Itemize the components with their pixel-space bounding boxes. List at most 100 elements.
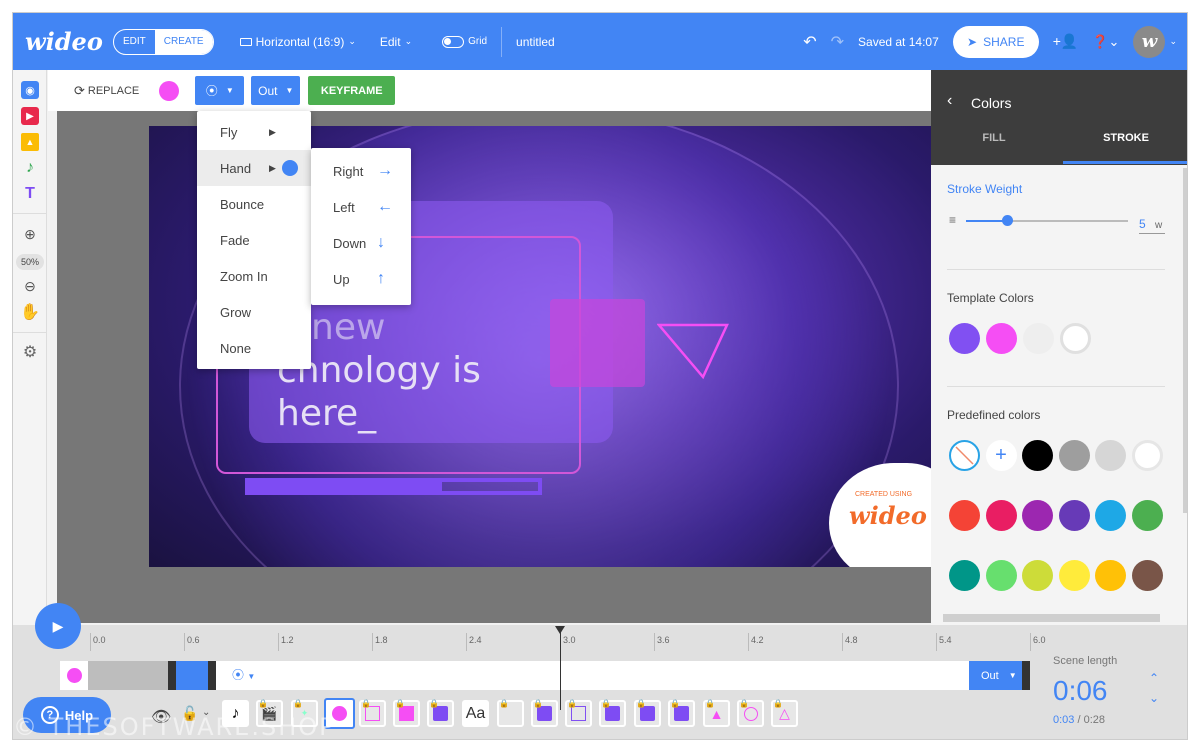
- template-color-swatch[interactable]: [1060, 323, 1091, 354]
- add-color-button[interactable]: +: [985, 440, 1017, 471]
- playhead[interactable]: [555, 626, 565, 710]
- vertical-scrollbar[interactable]: [1183, 168, 1187, 513]
- playhead-marker[interactable]: [555, 626, 565, 634]
- predefined-color-swatch[interactable]: [949, 500, 980, 531]
- menu-item-fly[interactable]: Fly ▶: [197, 114, 311, 150]
- purple-bar[interactable]: [245, 478, 442, 495]
- submenu-item-left[interactable]: Left ←: [311, 189, 411, 225]
- track-delay-segment[interactable]: [88, 661, 168, 690]
- purple-bar-outline[interactable]: [442, 478, 542, 495]
- element-track[interactable]: ⦿ ▼ Out ▼: [60, 661, 1030, 690]
- music-icon[interactable]: ♪: [21, 159, 39, 177]
- horizontal-scrollbar[interactable]: [943, 614, 1160, 622]
- replace-button[interactable]: ⟳ REPLACE: [74, 83, 139, 99]
- purple-rect-layer-thumbnail[interactable]: 🔒: [427, 699, 454, 727]
- triangle-layer-thumbnail[interactable]: 🔒 ▲: [703, 699, 730, 727]
- gear-icon[interactable]: ⚙: [21, 343, 39, 361]
- predefined-color-swatch[interactable]: [1131, 560, 1163, 591]
- track-handle[interactable]: [168, 661, 176, 690]
- text-layer-thumbnail[interactable]: Aa: [462, 700, 489, 727]
- no-color-swatch[interactable]: [949, 440, 980, 471]
- menu-item-zoom-in[interactable]: Zoom In: [197, 258, 311, 294]
- predefined-color-swatch[interactable]: [949, 560, 980, 591]
- grid-toggle[interactable]: Grid: [442, 35, 487, 48]
- tab-stroke[interactable]: STROKE: [1063, 132, 1187, 144]
- color-picker-button[interactable]: [159, 80, 180, 101]
- purple-rect-layer-thumbnail[interactable]: 🔒: [668, 699, 695, 727]
- template-color-swatch[interactable]: [1023, 323, 1054, 354]
- zoom-level[interactable]: 50%: [16, 254, 44, 270]
- scene-length-value[interactable]: 0:06: [1053, 675, 1108, 707]
- camera-icon[interactable]: ◉: [21, 81, 39, 99]
- pink-rect-layer-thumbnail[interactable]: 🔒: [393, 699, 420, 727]
- zoom-in-icon[interactable]: ⊕: [21, 225, 39, 243]
- zoom-out-icon[interactable]: ⊖: [21, 277, 39, 295]
- track-handle[interactable]: [1022, 661, 1030, 690]
- animation-in-dropdown[interactable]: ⦿ ▼: [195, 76, 245, 105]
- hand-icon[interactable]: ✋: [20, 303, 40, 321]
- keyframe-button[interactable]: KEYFRAME: [308, 76, 396, 105]
- back-icon[interactable]: ‹: [947, 92, 952, 110]
- blank-layer-thumbnail[interactable]: 🔒: [497, 699, 524, 727]
- edit-menu[interactable]: Edit ⌄: [380, 35, 412, 49]
- predefined-color-swatch[interactable]: [1095, 500, 1126, 531]
- outline-triangle[interactable]: [657, 323, 731, 383]
- submenu-item-down[interactable]: Down ↓: [311, 225, 411, 261]
- stroke-weight-slider[interactable]: [966, 215, 1128, 226]
- outline-rect-layer-thumbnail[interactable]: 🔒: [359, 699, 386, 727]
- menu-item-grow[interactable]: Grow: [197, 294, 311, 330]
- menu-item-none[interactable]: None: [197, 330, 311, 366]
- mode-create[interactable]: CREATE: [154, 29, 213, 54]
- predefined-color-swatch[interactable]: [1022, 560, 1053, 591]
- toggle-switch[interactable]: [442, 35, 465, 48]
- predefined-color-swatch[interactable]: [1131, 500, 1163, 531]
- format-dropdown[interactable]: Horizontal (16:9) ⌄: [239, 35, 356, 49]
- outline-triangle-layer-thumbnail[interactable]: 🔒 △: [771, 699, 798, 727]
- menu-item-bounce[interactable]: Bounce: [197, 186, 311, 222]
- stroke-weight-input[interactable]: 5 w: [1139, 217, 1165, 234]
- predefined-color-swatch[interactable]: [1058, 560, 1090, 591]
- project-title[interactable]: untitled: [516, 35, 555, 49]
- scene-length-up-icon[interactable]: ⌃: [1149, 671, 1159, 685]
- purple-rect-layer-thumbnail[interactable]: 🔒: [531, 699, 558, 727]
- track-out-animation[interactable]: Out ▼: [969, 661, 1030, 690]
- predefined-color-swatch[interactable]: [1095, 560, 1126, 591]
- purple-rect-layer-thumbnail[interactable]: 🔒: [599, 699, 626, 727]
- predefined-color-swatch[interactable]: [985, 500, 1017, 531]
- mode-edit[interactable]: EDIT: [114, 30, 155, 54]
- mode-switch[interactable]: EDIT CREATE: [113, 28, 214, 55]
- template-color-swatch[interactable]: [986, 323, 1017, 354]
- tab-fill[interactable]: FILL: [931, 132, 1057, 144]
- track-handle[interactable]: [208, 661, 216, 690]
- wideo-logo[interactable]: wideo: [25, 27, 103, 56]
- submenu-item-right[interactable]: Right →: [311, 153, 411, 189]
- slider-handle[interactable]: [1001, 215, 1013, 226]
- purple-rect-layer-thumbnail[interactable]: 🔒: [634, 699, 661, 727]
- predefined-color-swatch[interactable]: [1095, 440, 1126, 471]
- predefined-color-swatch[interactable]: [1022, 440, 1053, 471]
- predefined-color-swatch[interactable]: [985, 560, 1017, 591]
- avatar[interactable]: w: [1133, 25, 1166, 58]
- outline-circle-layer-thumbnail[interactable]: 🔒: [737, 699, 764, 727]
- redo-icon[interactable]: ↷: [831, 32, 844, 52]
- account-menu[interactable]: w ⌄: [1133, 25, 1177, 58]
- image-icon[interactable]: ▲: [21, 133, 39, 151]
- text-icon[interactable]: T: [21, 185, 39, 203]
- predefined-color-swatch[interactable]: [1058, 500, 1090, 531]
- submenu-item-up[interactable]: Up ↑: [311, 261, 411, 297]
- predefined-color-swatch[interactable]: [1022, 500, 1053, 531]
- animation-out-dropdown[interactable]: Out ▼: [251, 76, 301, 105]
- outline-rect-layer-thumbnail[interactable]: 🔒: [565, 699, 592, 727]
- help-icon[interactable]: ❓⌄: [1092, 34, 1119, 50]
- video-icon[interactable]: ▶: [21, 107, 39, 125]
- pink-rectangle[interactable]: [550, 299, 645, 387]
- predefined-color-swatch[interactable]: [1058, 440, 1090, 471]
- template-color-swatch[interactable]: [949, 323, 980, 354]
- menu-item-fade[interactable]: Fade: [197, 222, 311, 258]
- predefined-color-swatch[interactable]: [1131, 440, 1163, 471]
- menu-item-hand[interactable]: Hand ▶: [197, 150, 311, 186]
- track-in-animation[interactable]: [176, 661, 208, 690]
- animation-in-selector[interactable]: ⦿ ▼: [232, 666, 255, 683]
- undo-icon[interactable]: ↶: [803, 32, 816, 52]
- share-button[interactable]: ➤ SHARE: [952, 25, 1039, 58]
